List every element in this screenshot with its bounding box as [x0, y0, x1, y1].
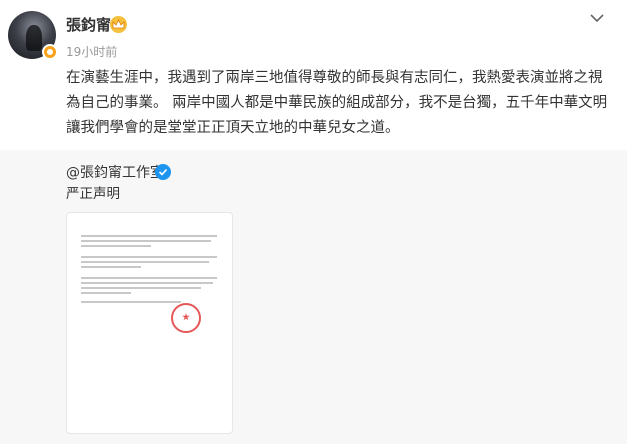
- doc-text-line: [81, 256, 217, 258]
- doc-text-line: [81, 301, 181, 303]
- statement-image[interactable]: [66, 212, 233, 434]
- doc-text-line: [81, 245, 151, 247]
- doc-text-line: [81, 282, 213, 284]
- repost-text: 严正声明: [66, 186, 120, 202]
- chevron-down-icon[interactable]: [588, 10, 606, 24]
- doc-text-line: [81, 277, 217, 279]
- doc-text-line: [81, 266, 141, 268]
- verified-icon: [155, 164, 171, 180]
- doc-text-line: [81, 287, 201, 289]
- crown-badge-icon: [110, 16, 127, 33]
- repost-author[interactable]: @張鈞甯工作室: [66, 163, 164, 183]
- post-text: 在演藝生涯中，我遇到了兩岸三地值得尊敬的師長與有志同仁，我熱愛表演並將之視為自己…: [66, 70, 608, 136]
- doc-text-line: [81, 261, 209, 263]
- doc-text-line: [81, 235, 217, 237]
- doc-text-line: [81, 292, 131, 294]
- post-time[interactable]: 19小时前: [66, 44, 117, 60]
- red-seal-icon: [171, 303, 201, 333]
- doc-text-line: [81, 240, 211, 242]
- repost-area: @張鈞甯工作室 严正声明: [0, 150, 627, 444]
- vip-badge-icon: [42, 44, 58, 60]
- author-name[interactable]: 張鈞甯: [66, 15, 111, 35]
